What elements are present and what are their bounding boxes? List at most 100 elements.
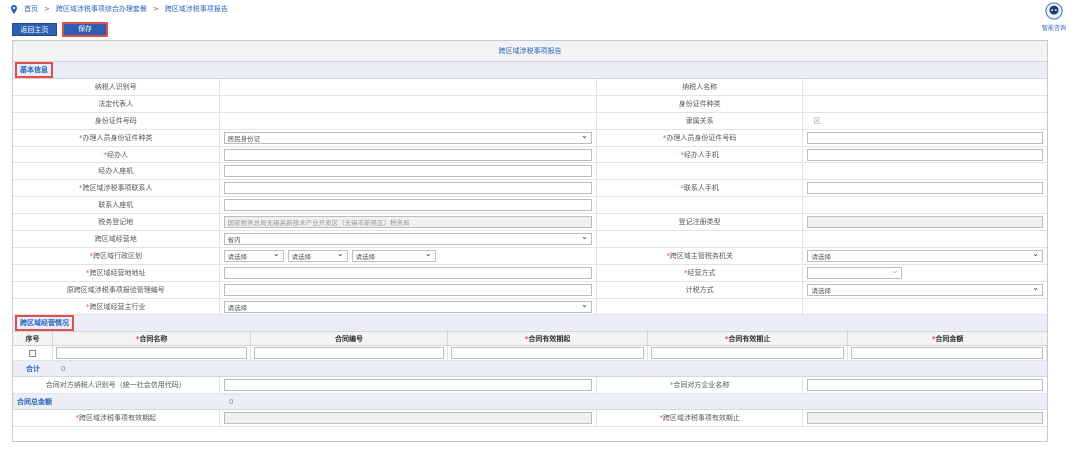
form-row: 合同对方纳税人识别号（统一社会信用代码） * 合同对方企业名称	[13, 377, 1047, 395]
total-value: 0	[61, 364, 66, 373]
table-row	[13, 346, 1047, 362]
valid-from-input[interactable]	[451, 347, 644, 360]
form-row: * 跨区域经营地地址 * 经营方式	[13, 264, 1047, 282]
section-label: 跨区域经营情况	[15, 315, 74, 332]
legal-rep-value	[220, 95, 597, 112]
taxpayer-name-value	[803, 79, 1047, 95]
form-row: *跨区域行政区划 请选择 请选择 请选择 *跨区域主管税务机关 请选择	[13, 247, 1047, 265]
field-label-text: 跨区域涉税事项有效期止	[662, 414, 740, 423]
smart-help[interactable]: 智能咨询	[1036, 2, 1072, 32]
form-row: * 跨区域经营主行业 请选择	[13, 298, 1047, 316]
field-label: 隶属关系	[597, 112, 804, 129]
assistant-avatar-icon	[1045, 2, 1063, 20]
form-row: * 跨区域涉税事项联系人 * 联系人手机	[13, 180, 1047, 198]
form-row: 税务登记地 国家税务总局无锡高新技术产业开发区（无锡市新吴区）税务局 登记注册类…	[13, 214, 1047, 232]
field-label: * 经办人	[13, 146, 220, 163]
save-button[interactable]: 保存	[62, 22, 108, 37]
counterparty-name-input[interactable]	[807, 379, 1043, 392]
field-label: * 办理人员身份证件种类	[13, 129, 220, 146]
section-label: 基本信息	[15, 62, 53, 78]
business-address-input[interactable]	[223, 266, 592, 279]
field-label-text: 办理人员身份证件号码	[666, 133, 737, 142]
handler-id-type-select[interactable]: 居民身份证	[223, 131, 592, 144]
field-label: 经办人座机	[13, 163, 220, 180]
breadcrumb: 首页 > 跨区域涉税事项综合办理套餐 > 跨区域涉税事项报告	[10, 3, 228, 15]
form-title: 跨区域涉税事项报告	[13, 41, 1047, 62]
total-label: 合计	[26, 364, 40, 373]
district-select[interactable]: 请选择	[351, 249, 436, 262]
field-label-text: 经营方式	[687, 268, 716, 277]
help-label: 智能咨询	[1041, 25, 1066, 32]
grand-total-row: 合同总金额 0	[13, 394, 1047, 411]
contact-mobile-input[interactable]	[807, 182, 1043, 195]
city-select[interactable]: 请选择	[287, 249, 348, 262]
tax-method-select[interactable]: 请选择	[807, 283, 1043, 296]
form-row: 联系人座机	[13, 197, 1047, 215]
tax-authority-select[interactable]: 请选择	[807, 249, 1043, 262]
field-label-text: 跨区域涉税事项有效期起	[79, 414, 157, 423]
form-row: * 跨区域涉税事项有效期起 * 跨区域涉税事项有效期止	[13, 410, 1047, 428]
breadcrumb-separator: >	[152, 5, 159, 13]
breadcrumb-current: 跨区域涉税事项报告	[164, 5, 228, 13]
field-label-text: 联系人手机	[683, 184, 719, 193]
field-label: * 跨区域涉税事项有效期起	[13, 410, 220, 427]
contact-phone-input[interactable]	[223, 199, 592, 212]
form-row: 纳税人识别号 纳税人名称	[13, 79, 1047, 96]
business-mode-select[interactable]	[807, 266, 903, 279]
col-valid-from: * 合同有效期起	[448, 332, 648, 346]
contract-number-input[interactable]	[254, 347, 444, 360]
section-basic-info: 基本信息	[13, 62, 1047, 79]
tax-registration-office-input: 国家税务总局无锡高新技术产业开发区（无锡市新吴区）税务局	[223, 216, 592, 229]
row-checkbox[interactable]	[29, 349, 36, 357]
col-label: 合同金额	[935, 334, 964, 343]
field-label: * 跨区域涉税事项有效期止	[597, 410, 804, 427]
section-business: 跨区域经营情况	[13, 315, 1047, 333]
field-label: * 跨区域经营地地址	[13, 264, 220, 281]
form-row: 法定代表人 身份证件种类	[13, 95, 1047, 113]
col-label: 合同有效期止	[728, 334, 771, 343]
report-form: 跨区域涉税事项报告 基本信息 纳税人识别号 纳税人名称 法定代表人 身份证件种类…	[12, 40, 1048, 442]
field-label: 跨区域经营地	[13, 231, 220, 247]
field-label-text: 跨区域主管税务机关	[669, 251, 733, 260]
handler-input[interactable]	[223, 148, 592, 161]
counterparty-id-input[interactable]	[223, 379, 592, 392]
total-row: 合计 0	[13, 361, 1047, 378]
original-report-number-input[interactable]	[223, 283, 592, 296]
form-row: 跨区域经营地 省内	[13, 231, 1047, 248]
back-home-button[interactable]: 返回主页	[12, 23, 57, 36]
handler-id-number-input[interactable]	[807, 131, 1043, 144]
grand-total-value: 0	[229, 397, 234, 406]
field-label-text: 经办人手机	[683, 150, 719, 159]
field-label: * 经办人手机	[597, 146, 804, 163]
location-pin-icon	[11, 4, 17, 14]
affiliation-value: 区	[813, 116, 821, 125]
field-label: * 经营方式	[597, 264, 804, 281]
amount-input[interactable]	[851, 347, 1043, 360]
field-label-text: 经办人	[107, 150, 129, 159]
contact-person-input[interactable]	[223, 182, 592, 195]
form-row: *办理人员身份证件种类 居民身份证 *办理人员身份证件号码	[13, 129, 1047, 147]
form-row: 身份证件号码 隶属关系 区	[13, 112, 1047, 130]
form-row: * 经办人 * 经办人手机	[13, 146, 1047, 164]
breadcrumb-package[interactable]: 跨区域涉税事项综合办理套餐	[56, 4, 147, 14]
col-index: 序号	[13, 332, 53, 346]
handler-mobile-input[interactable]	[807, 148, 1043, 161]
breadcrumb-home[interactable]: 首页	[24, 4, 38, 14]
valid-to-input[interactable]	[651, 347, 844, 360]
main-industry-select[interactable]: 请选择	[223, 300, 592, 313]
col-contract-name: * 合同名称	[53, 332, 251, 346]
id-type-value	[803, 96, 1047, 112]
field-label: 纳税人名称	[597, 79, 804, 95]
province-select[interactable]: 请选择	[223, 249, 284, 262]
id-number-value	[220, 112, 597, 129]
form-row: 原跨区域涉税事项报验管理编号 计税方式 请选择	[13, 281, 1047, 299]
field-label: * 跨区域涉税事项联系人	[13, 180, 220, 197]
field-label: 原跨区域涉税事项报验管理编号	[13, 281, 220, 298]
col-label: 合同有效期起	[528, 334, 571, 343]
field-label: * 联系人手机	[597, 180, 804, 197]
cross-region-location-select[interactable]: 省内	[223, 232, 592, 245]
registration-type-input	[807, 216, 1043, 229]
handler-phone-input[interactable]	[223, 165, 592, 178]
field-label-text: 合同对方企业名称	[673, 381, 730, 390]
contract-name-input[interactable]	[56, 347, 247, 360]
